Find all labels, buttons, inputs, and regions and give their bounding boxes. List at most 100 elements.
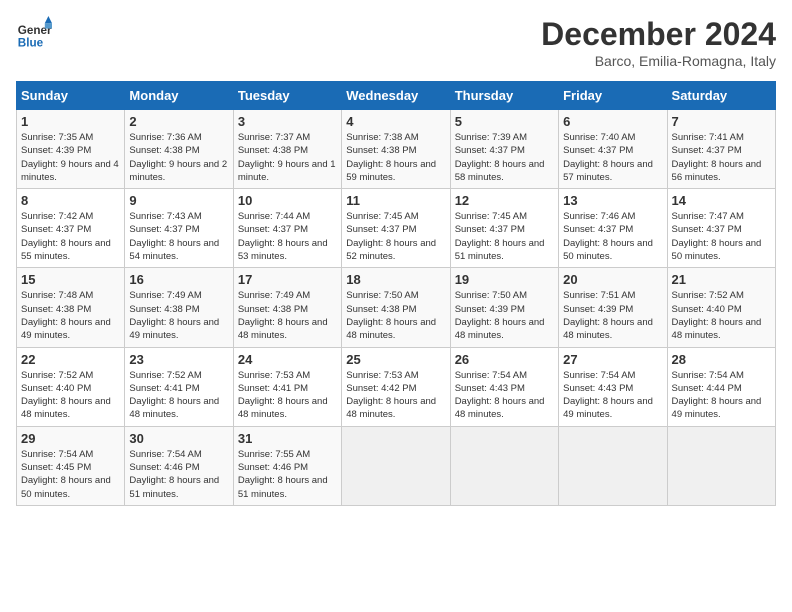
day-info: Sunrise: 7:35 AMSunset: 4:39 PMDaylight:… [21,131,120,184]
day-number: 16 [129,272,228,287]
calendar-cell: 14 Sunrise: 7:47 AMSunset: 4:37 PMDayligh… [667,189,775,268]
calendar-cell: 5 Sunrise: 7:39 AMSunset: 4:37 PMDaylight… [450,110,558,189]
calendar-cell: 4 Sunrise: 7:38 AMSunset: 4:38 PMDaylight… [342,110,450,189]
calendar-cell: 24 Sunrise: 7:53 AMSunset: 4:41 PMDayligh… [233,347,341,426]
calendar-cell: 21Sunrise: 7:52 AMSunset: 4:40 PMDayligh… [667,268,775,347]
svg-text:Blue: Blue [18,37,44,50]
day-info: Sunrise: 7:40 AMSunset: 4:37 PMDaylight:… [563,131,662,184]
calendar-week-3: 22Sunrise: 7:52 AMSunset: 4:40 PMDayligh… [17,347,776,426]
calendar-cell: 26 Sunrise: 7:54 AMSunset: 4:43 PMDayligh… [450,347,558,426]
day-info: Sunrise: 7:54 AMSunset: 4:46 PMDaylight:… [129,448,228,501]
calendar-cell: 12 Sunrise: 7:45 AMSunset: 4:37 PMDayligh… [450,189,558,268]
day-info: Sunrise: 7:54 AMSunset: 4:43 PMDaylight:… [455,369,554,422]
calendar-cell: 31 Sunrise: 7:55 AMSunset: 4:46 PMDayligh… [233,426,341,505]
calendar-header-row: Sunday Monday Tuesday Wednesday Thursday… [17,82,776,110]
day-info: Sunrise: 7:39 AMSunset: 4:37 PMDaylight:… [455,131,554,184]
calendar-cell: 11 Sunrise: 7:45 AMSunset: 4:37 PMDayligh… [342,189,450,268]
day-number: 15 [21,272,120,287]
header-friday: Friday [559,82,667,110]
day-info: Sunrise: 7:38 AMSunset: 4:38 PMDaylight:… [346,131,445,184]
calendar-week-4: 29 Sunrise: 7:54 AMSunset: 4:45 PMDayligh… [17,426,776,505]
day-info: Sunrise: 7:54 AMSunset: 4:43 PMDaylight:… [563,369,662,422]
logo-icon: General Blue [16,16,52,52]
calendar-cell [450,426,558,505]
calendar-cell: 13Sunrise: 7:46 AMSunset: 4:37 PMDayligh… [559,189,667,268]
day-info: Sunrise: 7:49 AMSunset: 4:38 PMDaylight:… [238,289,337,342]
calendar-cell: 27Sunrise: 7:54 AMSunset: 4:43 PMDayligh… [559,347,667,426]
title-block: December 2024 Barco, Emilia-Romagna, Ita… [541,16,776,69]
day-info: Sunrise: 7:45 AMSunset: 4:37 PMDaylight:… [455,210,554,263]
page-header: General Blue December 2024 Barco, Emilia… [16,16,776,69]
day-info: Sunrise: 7:53 AMSunset: 4:41 PMDaylight:… [238,369,337,422]
calendar-cell [559,426,667,505]
day-number: 24 [238,352,337,367]
day-number: 13 [563,193,662,208]
calendar-cell: 10 Sunrise: 7:44 AMSunset: 4:37 PMDayligh… [233,189,341,268]
day-number: 31 [238,431,337,446]
day-number: 12 [455,193,554,208]
calendar-cell: 23 Sunrise: 7:52 AMSunset: 4:41 PMDayligh… [125,347,233,426]
calendar-cell: 18Sunrise: 7:50 AMSunset: 4:38 PMDayligh… [342,268,450,347]
day-info: Sunrise: 7:52 AMSunset: 4:40 PMDaylight:… [21,369,120,422]
calendar-cell: 17Sunrise: 7:49 AMSunset: 4:38 PMDayligh… [233,268,341,347]
calendar-cell: 7Sunrise: 7:41 AMSunset: 4:37 PMDaylight… [667,110,775,189]
calendar-cell: 3 Sunrise: 7:37 AMSunset: 4:38 PMDaylight… [233,110,341,189]
calendar-cell: 25 Sunrise: 7:53 AMSunset: 4:42 PMDayligh… [342,347,450,426]
calendar-cell: 1 Sunrise: 7:35 AMSunset: 4:39 PMDaylight… [17,110,125,189]
day-number: 6 [563,114,662,129]
header-saturday: Saturday [667,82,775,110]
calendar-cell: 28Sunrise: 7:54 AMSunset: 4:44 PMDayligh… [667,347,775,426]
day-info: Sunrise: 7:53 AMSunset: 4:42 PMDaylight:… [346,369,445,422]
day-number: 3 [238,114,337,129]
day-number: 21 [672,272,771,287]
day-number: 8 [21,193,120,208]
day-number: 14 [672,193,771,208]
calendar-cell: 16 Sunrise: 7:49 AMSunset: 4:38 PMDayligh… [125,268,233,347]
day-number: 11 [346,193,445,208]
day-info: Sunrise: 7:55 AMSunset: 4:46 PMDaylight:… [238,448,337,501]
calendar-cell: 22Sunrise: 7:52 AMSunset: 4:40 PMDayligh… [17,347,125,426]
header-tuesday: Tuesday [233,82,341,110]
header-thursday: Thursday [450,82,558,110]
day-info: Sunrise: 7:44 AMSunset: 4:37 PMDaylight:… [238,210,337,263]
day-info: Sunrise: 7:54 AMSunset: 4:45 PMDaylight:… [21,448,120,501]
calendar-cell: 9 Sunrise: 7:43 AMSunset: 4:37 PMDaylight… [125,189,233,268]
calendar-title: December 2024 [541,16,776,53]
calendar-week-0: 1 Sunrise: 7:35 AMSunset: 4:39 PMDaylight… [17,110,776,189]
day-number: 19 [455,272,554,287]
calendar-cell [342,426,450,505]
day-number: 9 [129,193,228,208]
day-number: 7 [672,114,771,129]
calendar-cell: 30 Sunrise: 7:54 AMSunset: 4:46 PMDayligh… [125,426,233,505]
day-info: Sunrise: 7:37 AMSunset: 4:38 PMDaylight:… [238,131,337,184]
calendar-cell: 2Sunrise: 7:36 AMSunset: 4:38 PMDaylight… [125,110,233,189]
day-number: 20 [563,272,662,287]
day-number: 10 [238,193,337,208]
header-monday: Monday [125,82,233,110]
day-info: Sunrise: 7:52 AMSunset: 4:41 PMDaylight:… [129,369,228,422]
header-sunday: Sunday [17,82,125,110]
calendar-cell: 6 Sunrise: 7:40 AMSunset: 4:37 PMDaylight… [559,110,667,189]
calendar-cell [667,426,775,505]
day-number: 5 [455,114,554,129]
day-info: Sunrise: 7:45 AMSunset: 4:37 PMDaylight:… [346,210,445,263]
day-number: 1 [21,114,120,129]
day-info: Sunrise: 7:43 AMSunset: 4:37 PMDaylight:… [129,210,228,263]
day-info: Sunrise: 7:47 AMSunset: 4:37 PMDaylight:… [672,210,771,263]
calendar-week-2: 15 Sunrise: 7:48 AMSunset: 4:38 PMDayligh… [17,268,776,347]
day-number: 29 [21,431,120,446]
day-number: 26 [455,352,554,367]
day-info: Sunrise: 7:50 AMSunset: 4:39 PMDaylight:… [455,289,554,342]
day-info: Sunrise: 7:42 AMSunset: 4:37 PMDaylight:… [21,210,120,263]
calendar-subtitle: Barco, Emilia-Romagna, Italy [541,53,776,69]
day-info: Sunrise: 7:54 AMSunset: 4:44 PMDaylight:… [672,369,771,422]
calendar-cell: 8 Sunrise: 7:42 AMSunset: 4:37 PMDaylight… [17,189,125,268]
calendar-week-1: 8 Sunrise: 7:42 AMSunset: 4:37 PMDaylight… [17,189,776,268]
day-info: Sunrise: 7:48 AMSunset: 4:38 PMDaylight:… [21,289,120,342]
day-number: 23 [129,352,228,367]
day-number: 4 [346,114,445,129]
day-number: 30 [129,431,228,446]
day-number: 25 [346,352,445,367]
day-number: 2 [129,114,228,129]
day-info: Sunrise: 7:49 AMSunset: 4:38 PMDaylight:… [129,289,228,342]
